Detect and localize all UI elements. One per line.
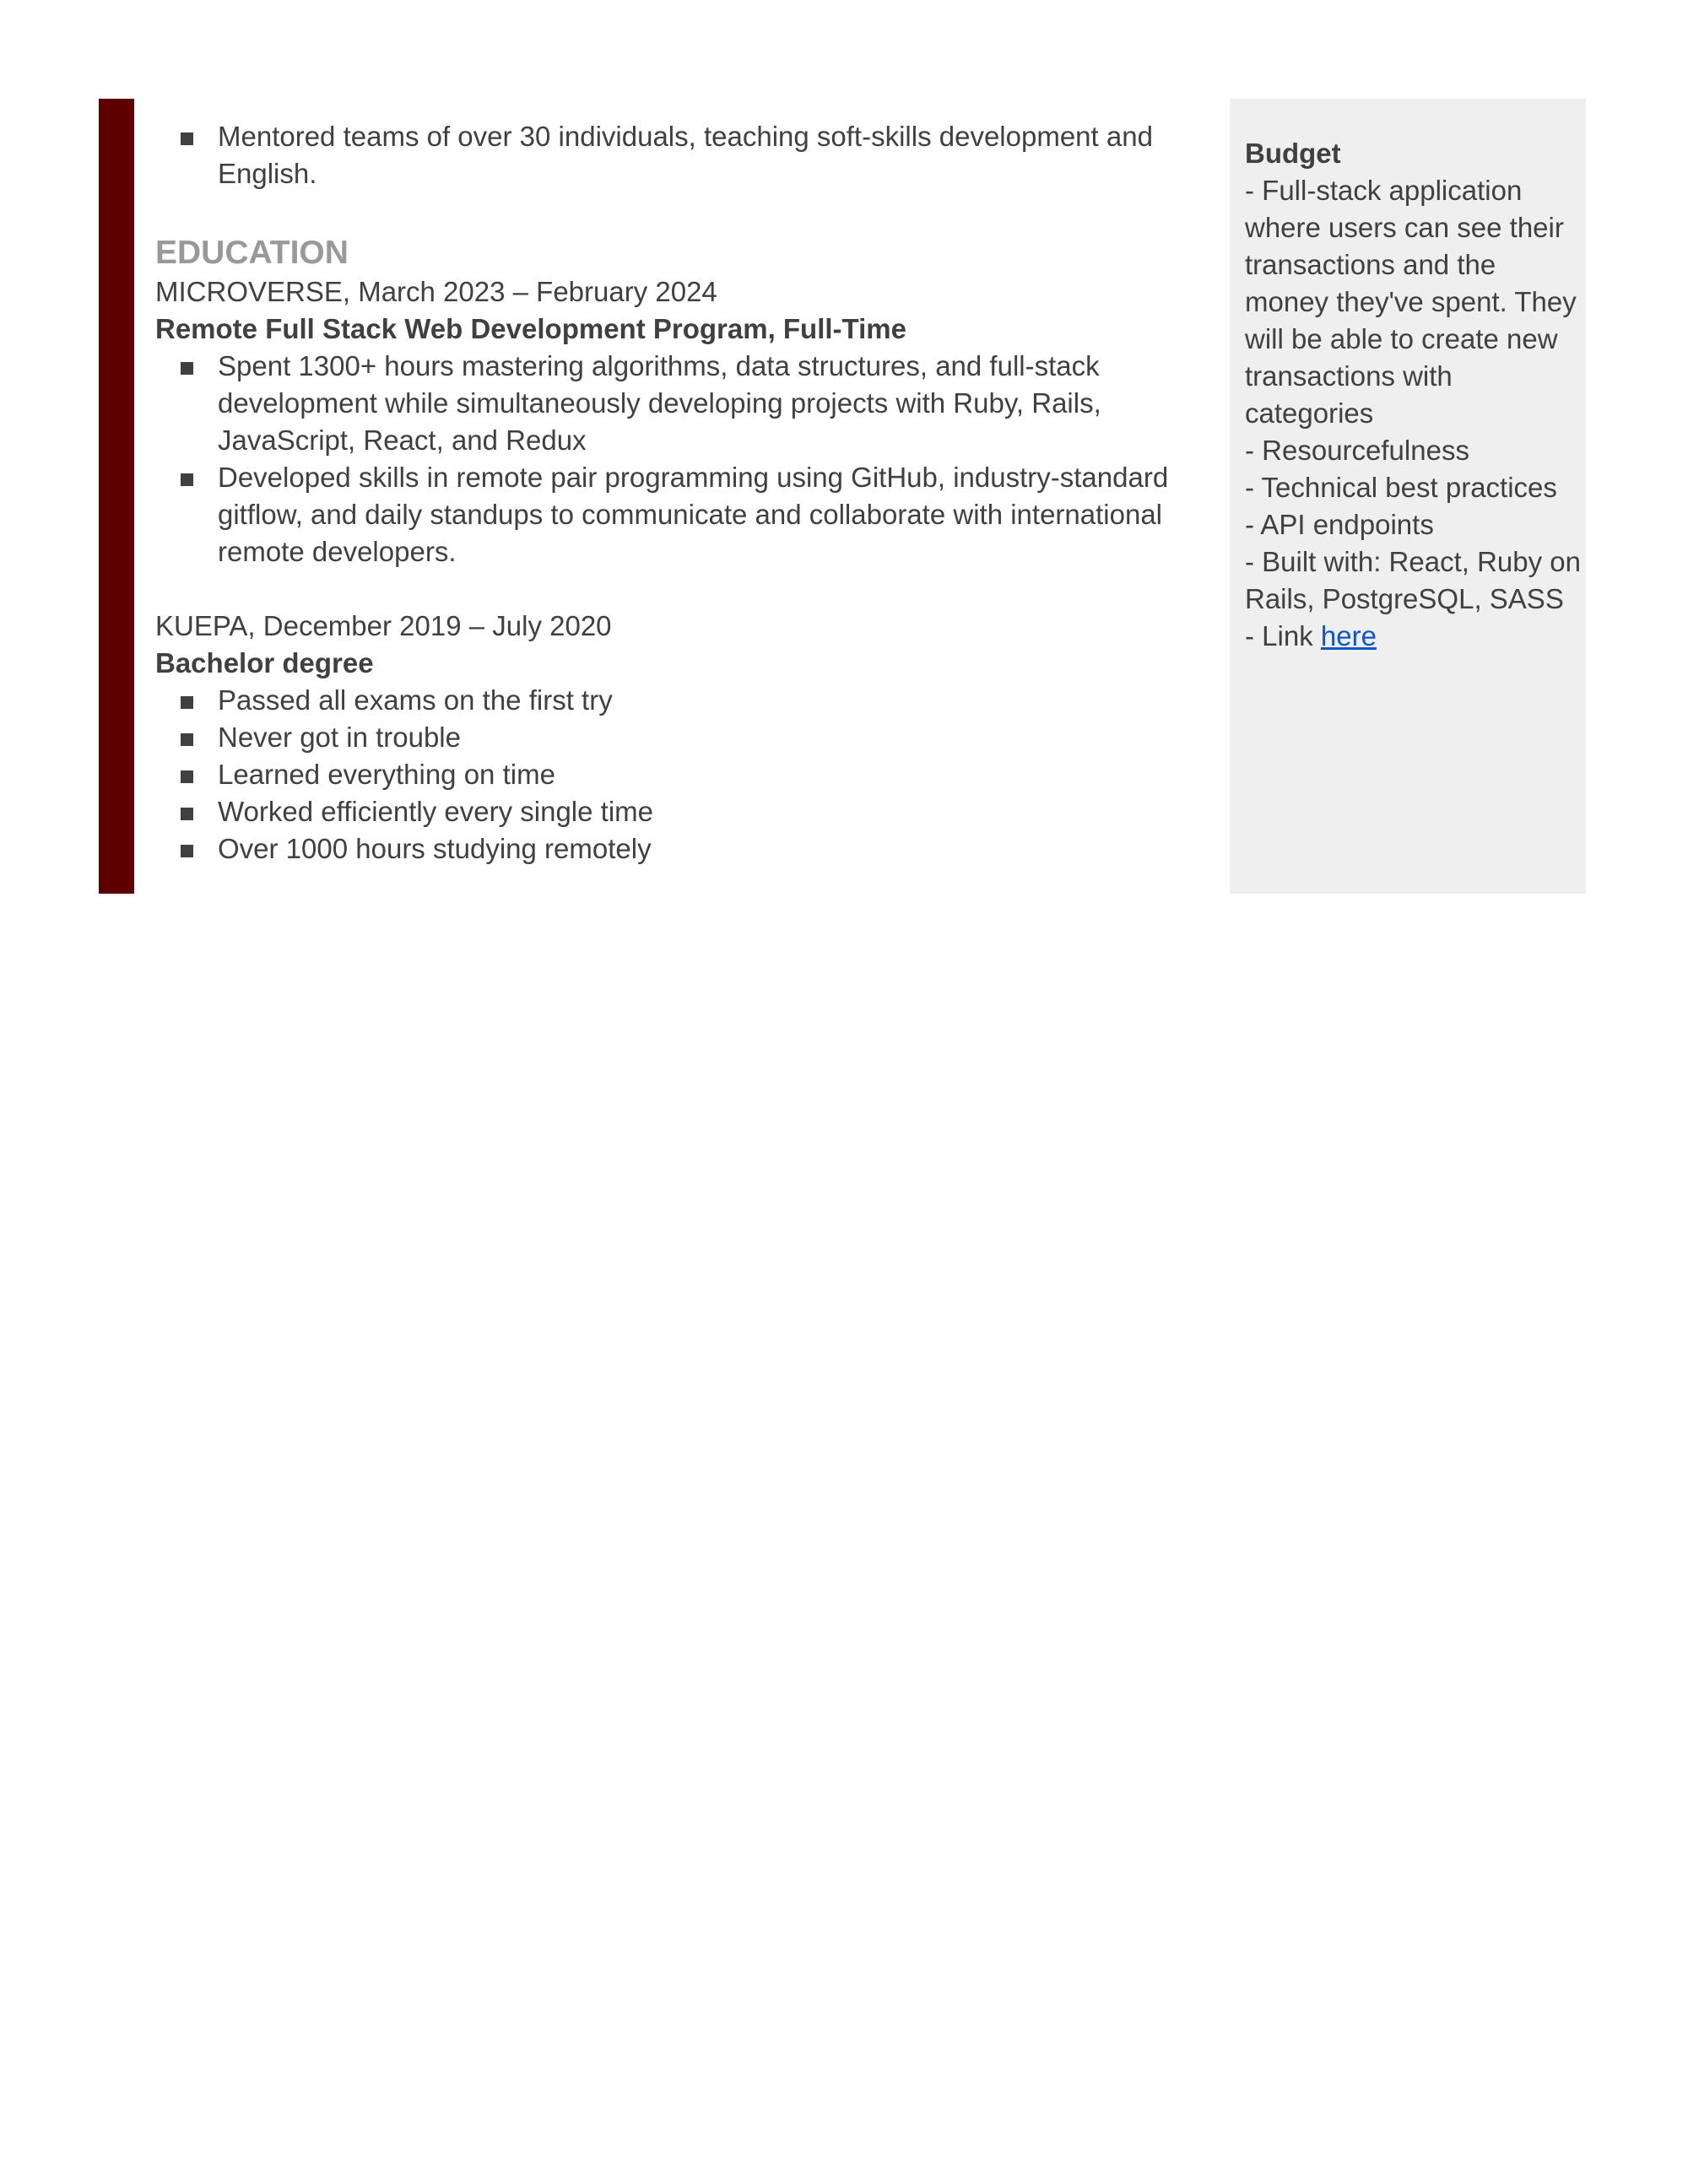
link-prefix: - Link xyxy=(1245,620,1321,651)
entry-line: KUEPA, December 2019 – July 2020 xyxy=(155,610,612,641)
list-item: Mentored teams of over 30 individuals, t… xyxy=(155,118,1202,192)
sidebar-content: Budget - Full-stack application where us… xyxy=(1245,135,1582,655)
bullet-text: Never got in trouble xyxy=(218,722,461,753)
bullet-text: Over 1000 hours studying remotely xyxy=(218,833,652,864)
square-bullet-icon xyxy=(181,362,193,375)
main-column: Mentored teams of over 30 individuals, t… xyxy=(155,118,1202,868)
bullet-text: Passed all exams on the first try xyxy=(218,684,613,716)
list-item: Passed all exams on the first try xyxy=(155,682,1202,719)
project-link-line: - Link here xyxy=(1245,618,1582,655)
square-bullet-icon xyxy=(181,808,193,820)
intro-bullet-list: Mentored teams of over 30 individuals, t… xyxy=(155,118,1202,192)
project-point: - Resourcefulness xyxy=(1245,435,1469,466)
bullet-text: Mentored teams of over 30 individuals, t… xyxy=(218,121,1153,189)
square-bullet-icon xyxy=(181,132,193,145)
square-bullet-icon xyxy=(181,733,193,746)
project-link[interactable]: here xyxy=(1321,620,1377,651)
square-bullet-icon xyxy=(181,473,193,486)
entry-bullet-list: Spent 1300+ hours mastering algorithms, … xyxy=(155,348,1202,570)
project-description: - Full-stack application where users can… xyxy=(1245,175,1577,429)
list-item: Over 1000 hours studying remotely xyxy=(155,830,1202,868)
square-bullet-icon xyxy=(181,770,193,783)
accent-bar xyxy=(99,99,134,894)
bullet-text: Worked efficiently every single time xyxy=(218,796,653,827)
project-tech-stack: - Built with: React, Ruby on Rails, Post… xyxy=(1245,546,1581,614)
list-item: Learned everything on time xyxy=(155,756,1202,793)
list-item: Developed skills in remote pair programm… xyxy=(155,459,1202,570)
education-entry-microverse: MICROVERSE, March 2023 – February 2024 R… xyxy=(155,273,1202,570)
square-bullet-icon xyxy=(181,696,193,709)
project-title: Budget xyxy=(1245,138,1341,169)
project-point: - Technical best practices xyxy=(1245,472,1557,503)
project-sidebar: Budget - Full-stack application where us… xyxy=(1230,99,1586,894)
bullet-text: Spent 1300+ hours mastering algorithms, … xyxy=(218,350,1101,456)
entry-bullet-list: Passed all exams on the first try Never … xyxy=(155,682,1202,868)
project-point: - API endpoints xyxy=(1245,509,1434,540)
square-bullet-icon xyxy=(181,845,193,857)
list-item: Never got in trouble xyxy=(155,719,1202,756)
bullet-text: Learned everything on time xyxy=(218,759,555,790)
list-item: Spent 1300+ hours mastering algorithms, … xyxy=(155,348,1202,459)
education-entry-kuepa: KUEPA, December 2019 – July 2020 Bachelo… xyxy=(155,608,1202,868)
entry-line: MICROVERSE, March 2023 – February 2024 xyxy=(155,276,717,307)
list-item: Worked efficiently every single time xyxy=(155,793,1202,830)
education-heading: EDUCATION xyxy=(155,235,349,271)
entry-title: Bachelor degree xyxy=(155,647,374,678)
entry-title: Remote Full Stack Web Development Progra… xyxy=(155,313,906,344)
bullet-text: Developed skills in remote pair programm… xyxy=(218,462,1169,567)
